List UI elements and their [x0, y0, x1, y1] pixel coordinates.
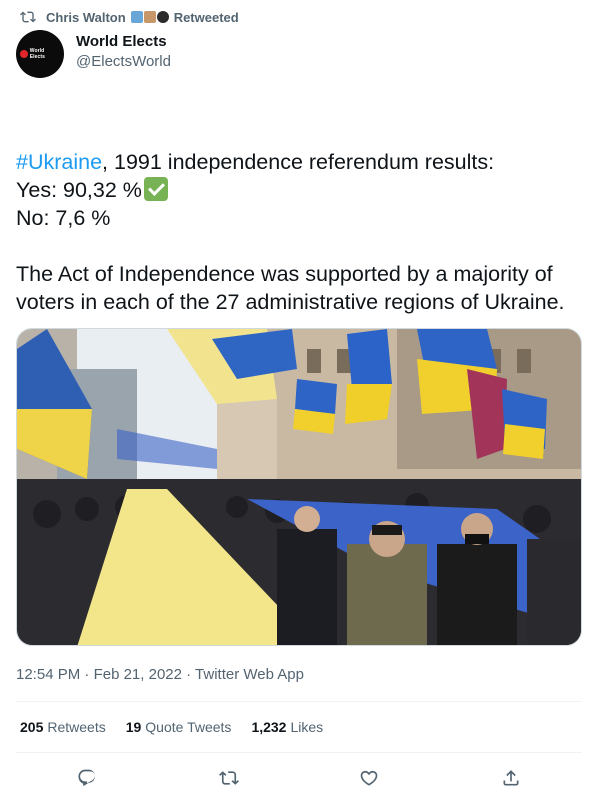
- tweet-meta: 12:54 PM · Feb 21, 2022 · Twitter Web Ap…: [16, 666, 304, 683]
- tweet-client[interactable]: Twitter Web App: [195, 666, 304, 683]
- reply-button[interactable]: [73, 764, 101, 792]
- retweets-stat[interactable]: 205 Retweets: [20, 719, 106, 735]
- tweet-text: #Ukraine, 1991 independence referendum r…: [16, 92, 582, 316]
- share-button[interactable]: [497, 764, 525, 792]
- share-icon: [503, 770, 519, 786]
- author-name[interactable]: World Elects: [76, 33, 167, 50]
- yes-result: Yes: 90,32 %: [16, 178, 142, 202]
- tweet-actions: [0, 758, 598, 798]
- emoji-icon: [143, 11, 156, 23]
- world-elects-logo: World Elects: [20, 48, 60, 60]
- author-handle[interactable]: @ElectsWorld: [76, 53, 171, 70]
- retweeter-name[interactable]: Chris Walton: [46, 10, 126, 25]
- like-icon: [360, 770, 378, 786]
- emoji-icon: [156, 11, 169, 23]
- retweet-icon: [219, 771, 239, 785]
- hashtag-link[interactable]: #Ukraine: [16, 150, 102, 174]
- tweet-paragraph: The Act of Independence was supported by…: [16, 262, 565, 314]
- tweet-time[interactable]: 12:54 PM: [16, 666, 80, 683]
- reply-icon: [78, 769, 96, 786]
- check-mark-icon: [143, 177, 168, 201]
- ukraine-flag-icon: [16, 97, 40, 115]
- divider: [16, 701, 582, 702]
- avatar[interactable]: World Elects: [16, 30, 64, 78]
- tweet-line-1: , 1991 independence referendum results:: [102, 150, 495, 174]
- meta-separator: ·: [186, 666, 192, 683]
- meta-separator: ·: [84, 666, 90, 683]
- globe-icon: [20, 50, 28, 58]
- like-button[interactable]: [355, 764, 383, 792]
- retweeted-label: Retweeted: [173, 9, 239, 25]
- avatar-text: World Elects: [29, 48, 46, 60]
- tweet-stats: 205 Retweets 19 Quote Tweets 1,232 Likes: [20, 719, 323, 735]
- divider: [16, 752, 582, 753]
- retweet-context[interactable]: Chris Walton Retweeted: [18, 8, 239, 26]
- emoji-icon: [130, 11, 143, 23]
- photo-image: [17, 329, 581, 645]
- quote-tweets-stat[interactable]: 19 Quote Tweets: [126, 719, 232, 735]
- retweet-button[interactable]: [215, 764, 243, 792]
- tweet-date[interactable]: Feb 21, 2022: [94, 666, 182, 683]
- retweet-icon: [20, 11, 36, 23]
- tweet-photo[interactable]: [16, 328, 582, 646]
- no-result: No: 7,6 %: [16, 206, 111, 230]
- name-emojis: [130, 11, 169, 23]
- likes-stat[interactable]: 1,232 Likes: [251, 719, 323, 735]
